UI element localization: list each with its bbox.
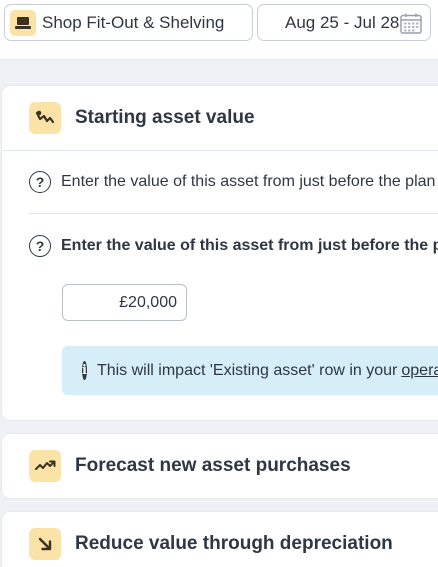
date-range-selector[interactable]: Aug 25 - Jul 28 [257,4,431,41]
laptop-icon [10,9,36,36]
depreciation-title: Reduce value through depreciation [75,533,393,554]
help-icon[interactable]: ? [29,235,51,257]
help-icon[interactable]: ? [29,171,51,193]
starting-asset-header[interactable]: Starting asset value [2,86,438,150]
operating-plan-link[interactable]: operating plan [401,362,438,380]
trend-up-icon [29,450,61,482]
top-bar: Shop Fit-Out & Shelving Aug 25 - Jul 28 [0,0,438,60]
depreciation-header[interactable]: Reduce value through depreciation [2,512,438,567]
info-text: This will impact 'Existing asset' row in… [96,361,398,379]
chart-squiggle-icon [29,102,61,134]
forecast-title: Forecast new asset purchases [75,455,351,476]
arrow-down-right-icon [29,528,61,560]
question-text-2: Enter the value of this asset from just … [61,237,438,254]
depreciation-card[interactable]: Reduce value through depreciation [2,512,438,567]
asset-selector[interactable]: Shop Fit-Out & Shelving [4,4,253,41]
question-row-2: ? Enter the value of this asset from jus… [29,235,438,257]
forecast-header[interactable]: Forecast new asset purchases [2,434,438,498]
info-banner: i This will impact 'Existing asset' row … [62,346,438,395]
starting-asset-title: Starting asset value [75,107,255,128]
starting-asset-card: Starting asset value ? Enter the value o… [2,86,438,420]
forecast-card[interactable]: Forecast new asset purchases [2,434,438,498]
calendar-icon [400,13,422,39]
asset-name: Shop Fit-Out & Shelving [42,12,225,32]
date-range-text: Aug 25 - Jul 28 [285,12,400,32]
question-text-1: Enter the value of this asset from just … [61,173,436,190]
header-divider [2,150,438,151]
question-divider [29,213,438,214]
question-row-1: ? Enter the value of this asset from jus… [29,171,435,193]
asset-value-input[interactable] [62,284,187,321]
info-icon: i [82,361,87,380]
